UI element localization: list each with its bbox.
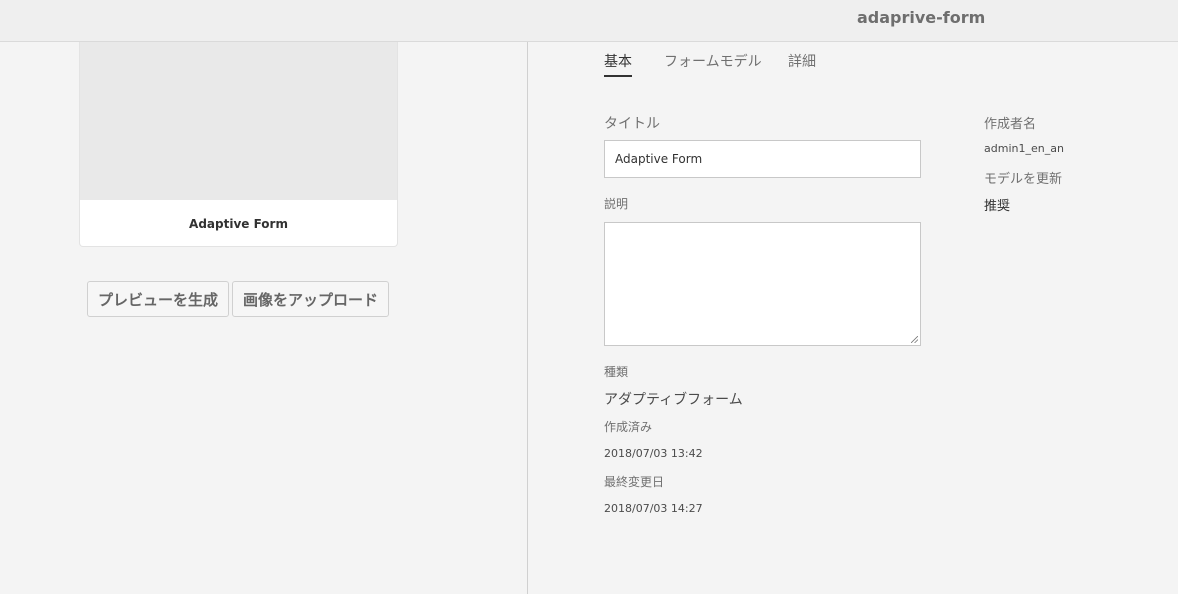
title-label: タイトル <box>604 116 660 132</box>
tab-basic[interactable]: 基本 <box>604 51 632 71</box>
created-label: 作成済み <box>604 420 653 434</box>
description-label: 説明 <box>604 197 629 211</box>
author-label: 作成者名 <box>984 117 1037 132</box>
type-label: 種類 <box>604 365 629 379</box>
description-textarea[interactable] <box>604 222 921 346</box>
active-tab-indicator <box>604 75 632 77</box>
title-input[interactable] <box>604 140 921 178</box>
modified-label: 最終変更日 <box>604 475 665 489</box>
top-bar: adaprive-form <box>0 0 1178 42</box>
form-card: Adaptive Form <box>79 42 398 247</box>
tab-form-model[interactable]: フォームモデル <box>664 51 762 71</box>
type-value: アダプティブフォーム <box>604 392 743 408</box>
tab-advanced[interactable]: 詳細 <box>788 51 816 71</box>
update-model-value: 推奨 <box>984 199 1011 214</box>
generate-preview-button[interactable]: プレビューを生成 <box>87 281 229 317</box>
card-title: Adaptive Form <box>189 217 288 231</box>
created-value: 2018/07/03 13:42 <box>604 447 703 460</box>
modified-value: 2018/07/03 14:27 <box>604 502 703 515</box>
panel-divider <box>527 42 528 594</box>
page-title: adaprive-form <box>857 8 986 27</box>
upload-image-button[interactable]: 画像をアップロード <box>232 281 389 317</box>
resize-grip-icon[interactable] <box>911 336 918 343</box>
author-value: admin1_en_an <box>984 142 1064 155</box>
form-thumbnail <box>80 42 397 200</box>
update-model-label: モデルを更新 <box>984 172 1063 187</box>
